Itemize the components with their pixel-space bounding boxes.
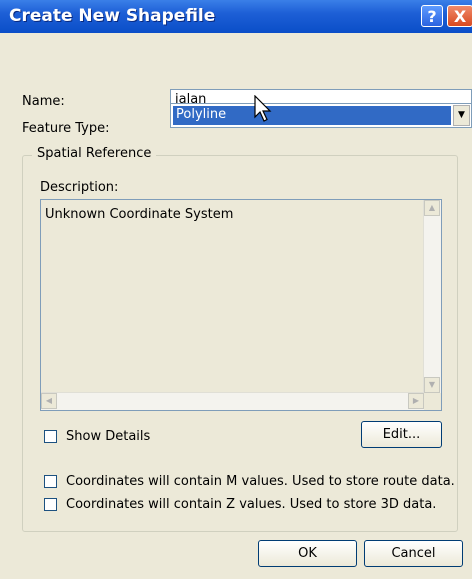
description-label: Description: — [40, 180, 119, 195]
mouse-pointer-icon — [254, 95, 272, 122]
scroll-left-arrow-icon[interactable]: ◀ — [41, 393, 57, 409]
description-box[interactable]: Unknown Coordinate System ▲ ▼ ◀ ▶ — [40, 199, 442, 411]
vertical-scrollbar[interactable]: ▲ ▼ — [423, 200, 441, 393]
m-values-checkbox[interactable] — [44, 475, 57, 488]
cancel-button[interactable]: Cancel — [364, 540, 463, 567]
chevron-down-icon[interactable]: ▼ — [453, 105, 470, 126]
name-label: Name: — [22, 94, 65, 109]
feature-type-label: Feature Type: — [22, 121, 110, 136]
scroll-down-arrow-icon[interactable]: ▼ — [424, 377, 440, 393]
create-shapefile-dialog: Create New Shapefile ? X Name: jalan Fea… — [0, 0, 472, 579]
horizontal-scrollbar[interactable]: ◀ ▶ — [41, 392, 424, 410]
scroll-up-arrow-icon[interactable]: ▲ — [424, 200, 440, 216]
z-values-checkbox[interactable] — [44, 498, 57, 511]
feature-type-selected: Polyline — [173, 106, 451, 125]
dialog-title: Create New Shapefile — [9, 6, 216, 26]
show-details-checkbox[interactable] — [44, 430, 57, 443]
spatial-reference-legend: Spatial Reference — [32, 146, 157, 161]
feature-type-select[interactable]: Polyline ▼ — [170, 103, 472, 128]
help-button[interactable]: ? — [421, 5, 443, 27]
show-details-label: Show Details — [66, 429, 151, 444]
m-values-label: Coordinates will contain M values. Used … — [66, 474, 455, 489]
z-values-label: Coordinates will contain Z values. Used … — [66, 497, 437, 512]
scroll-right-arrow-icon[interactable]: ▶ — [408, 393, 424, 409]
ok-button[interactable]: OK — [258, 540, 357, 567]
close-button[interactable]: X — [447, 5, 472, 27]
description-text: Unknown Coordinate System — [45, 207, 234, 222]
title-bar[interactable]: Create New Shapefile ? X — [0, 0, 472, 33]
edit-button[interactable]: Edit... — [361, 421, 442, 448]
